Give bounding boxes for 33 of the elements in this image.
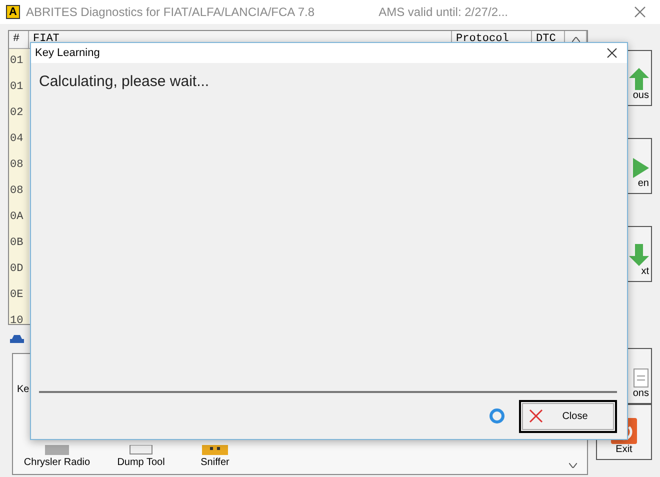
table-cell: 08 <box>9 179 29 205</box>
table-cell: 02 <box>9 101 29 127</box>
chip-icon <box>129 445 153 455</box>
close-icon <box>529 409 543 423</box>
dialog-title: Key Learning <box>35 47 101 59</box>
status-message: Calculating, please wait... <box>39 73 210 92</box>
down-arrow-icon <box>629 244 649 266</box>
close-icon[interactable] <box>607 48 617 58</box>
tool-item[interactable]: Dump Tool <box>111 445 171 468</box>
table-cell: 0D <box>9 257 29 283</box>
tool-item[interactable]: Chrysler Radio <box>17 445 97 468</box>
app-logo: A <box>6 5 20 19</box>
radio-icon <box>45 445 69 455</box>
table-cell: 0A <box>9 205 29 231</box>
table-cell: 08 <box>9 153 29 179</box>
scroll-down-icon[interactable] <box>569 463 577 468</box>
document-icon <box>633 368 649 388</box>
table-cell: 04 <box>9 127 29 153</box>
scroll-up-icon[interactable] <box>572 37 580 42</box>
table-cell: 0E <box>9 283 29 309</box>
sniffer-icon <box>202 445 228 455</box>
window-title: ABRITES Diagnostics for FIAT/ALFA/LANCIA/FCA 7.8 <box>26 5 316 19</box>
panel-label: Ke <box>17 384 30 395</box>
license-status: AMS valid until: 2/27/2... <box>378 5 508 19</box>
up-arrow-icon <box>629 68 649 90</box>
table-cell: 01 <box>9 75 29 101</box>
play-arrow-icon <box>633 158 649 178</box>
tool-item[interactable]: Sniffer <box>185 445 245 468</box>
table-cell: 01 <box>9 49 29 75</box>
column-header[interactable]: # <box>9 31 29 48</box>
close-button[interactable]: Close <box>519 400 617 432</box>
table-cell: 10 <box>9 309 29 324</box>
table-cell: 0B <box>9 231 29 257</box>
